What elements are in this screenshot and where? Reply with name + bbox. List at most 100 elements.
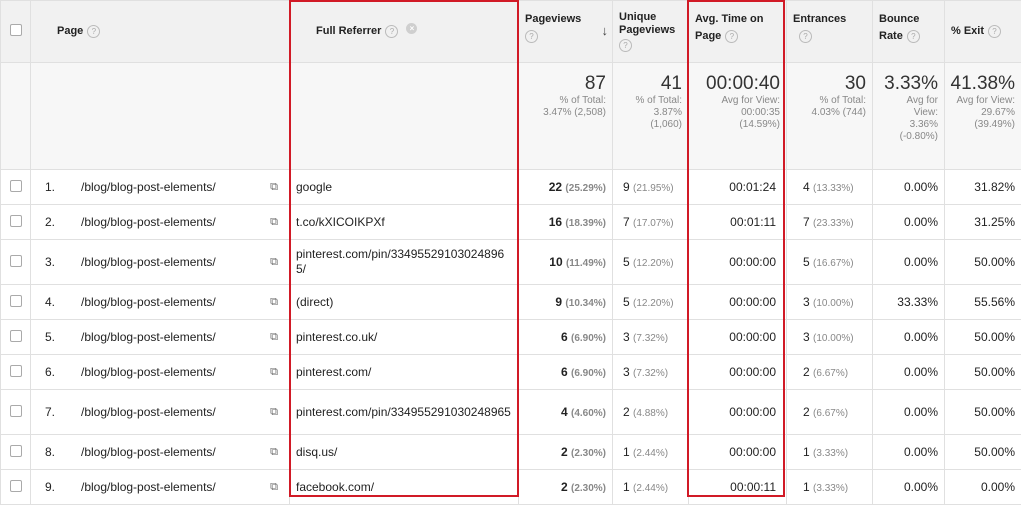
unique-pageviews-cell: 3 (7.32%): [613, 320, 689, 355]
table-row[interactable]: 5./blog/blog-post-elements/⧉pinterest.co…: [1, 320, 1021, 355]
page-cell: 9./blog/blog-post-elements/⧉: [31, 470, 290, 505]
table-row[interactable]: 1./blog/blog-post-elements/⧉google22 (25…: [1, 170, 1021, 205]
pageviews-cell: 4 (4.60%): [519, 390, 613, 435]
row-checkbox[interactable]: [10, 330, 22, 342]
page-link[interactable]: /blog/blog-post-elements/: [71, 255, 259, 269]
col-bounce-rate[interactable]: Bounce Rate?: [873, 1, 945, 63]
bounce-rate-cell: 0.00%: [873, 170, 945, 205]
referrer-cell[interactable]: pinterest.co.uk/: [290, 320, 519, 355]
col-full-referrer[interactable]: Full Referrer?×: [290, 1, 519, 63]
row-checkbox-cell: [1, 470, 31, 505]
row-index: 7.: [31, 405, 71, 419]
table-row[interactable]: 2./blog/blog-post-elements/⧉t.co/kXICOIK…: [1, 205, 1021, 240]
unique-pct: (2.44%): [633, 483, 668, 494]
exit-cell: 55.56%: [945, 285, 1021, 320]
open-in-new-window-icon[interactable]: ⧉: [259, 296, 289, 309]
question-mark-icon[interactable]: ?: [87, 25, 100, 38]
col-exit[interactable]: % Exit?: [945, 1, 1021, 63]
remove-dimension-icon[interactable]: ×: [406, 23, 417, 34]
pageviews-value: 10: [549, 255, 562, 269]
row-checkbox[interactable]: [10, 255, 22, 267]
unique-pct: (12.20%): [633, 298, 674, 309]
totals-note: 29.67%: [949, 107, 1015, 119]
table-row[interactable]: 6./blog/blog-post-elements/⧉pinterest.co…: [1, 355, 1021, 390]
totals-value: 87: [523, 73, 606, 95]
row-checkbox[interactable]: [10, 445, 22, 457]
pageviews-value: 2: [561, 480, 568, 494]
totals-note: 3.47% (2,508): [523, 107, 606, 119]
question-mark-icon[interactable]: ?: [799, 30, 812, 43]
col-unique-pageviews[interactable]: Unique Pageviews?: [613, 1, 689, 63]
open-in-new-window-icon[interactable]: ⧉: [259, 256, 289, 269]
row-checkbox[interactable]: [10, 215, 22, 227]
sort-descending-arrow-icon[interactable]: ↓: [602, 23, 609, 38]
col-avg-time-on-page[interactable]: Avg. Time on Page?: [689, 1, 787, 63]
referrer-cell[interactable]: pinterest.com/: [290, 355, 519, 390]
referrer-cell[interactable]: disq.us/: [290, 435, 519, 470]
unique-value: 5: [623, 255, 630, 269]
page-link[interactable]: /blog/blog-post-elements/: [71, 365, 259, 379]
row-checkbox[interactable]: [10, 365, 22, 377]
row-checkbox-cell: [1, 170, 31, 205]
row-index: 8.: [31, 445, 71, 459]
table-row[interactable]: 4./blog/blog-post-elements/⧉(direct)9 (1…: [1, 285, 1021, 320]
page-link[interactable]: /blog/blog-post-elements/: [71, 445, 259, 459]
unique-value: 3: [623, 330, 630, 344]
unique-pageviews-cell: 7 (17.07%): [613, 205, 689, 240]
referrer-cell[interactable]: pinterest.com/pin/334955291030248965: [290, 390, 519, 435]
col-page[interactable]: Page?: [31, 1, 290, 63]
unique-value: 9: [623, 180, 630, 194]
entrances-pct: (6.67%): [813, 408, 848, 419]
referrer-cell[interactable]: (direct): [290, 285, 519, 320]
open-in-new-window-icon[interactable]: ⧉: [259, 181, 289, 194]
pageviews-value: 4: [561, 405, 568, 419]
table-row[interactable]: 9./blog/blog-post-elements/⧉facebook.com…: [1, 470, 1021, 505]
col-pageviews-label: Pageviews: [525, 13, 581, 25]
referrer-cell[interactable]: facebook.com/: [290, 470, 519, 505]
page-link[interactable]: /blog/blog-post-elements/: [71, 180, 259, 194]
open-in-new-window-icon[interactable]: ⧉: [259, 366, 289, 379]
col-pageviews[interactable]: Pageviews? ↓: [519, 1, 613, 63]
question-mark-icon[interactable]: ?: [525, 30, 538, 43]
table-row[interactable]: 7./blog/blog-post-elements/⧉pinterest.co…: [1, 390, 1021, 435]
row-checkbox[interactable]: [10, 480, 22, 492]
question-mark-icon[interactable]: ?: [619, 39, 632, 52]
open-in-new-window-icon[interactable]: ⧉: [259, 406, 289, 419]
bounce-rate-cell: 0.00%: [873, 470, 945, 505]
pageviews-cell: 2 (2.30%): [519, 435, 613, 470]
open-in-new-window-icon[interactable]: ⧉: [259, 446, 289, 459]
unique-pageviews-cell: 5 (12.20%): [613, 285, 689, 320]
row-checkbox[interactable]: [10, 180, 22, 192]
question-mark-icon[interactable]: ?: [907, 30, 920, 43]
unique-pct: (4.88%): [633, 408, 668, 419]
unique-value: 3: [623, 365, 630, 379]
page-link[interactable]: /blog/blog-post-elements/: [71, 405, 259, 419]
row-checkbox[interactable]: [10, 295, 22, 307]
referrer-cell[interactable]: t.co/kXICOIKPXf: [290, 205, 519, 240]
page-link[interactable]: /blog/blog-post-elements/: [71, 480, 259, 494]
select-all-checkbox[interactable]: [10, 24, 22, 36]
page-link[interactable]: /blog/blog-post-elements/: [71, 295, 259, 309]
pageviews-value: 6: [561, 365, 568, 379]
open-in-new-window-icon[interactable]: ⧉: [259, 481, 289, 494]
page-link[interactable]: /blog/blog-post-elements/: [71, 330, 259, 344]
table-row[interactable]: 8./blog/blog-post-elements/⧉disq.us/2 (2…: [1, 435, 1021, 470]
page-link[interactable]: /blog/blog-post-elements/: [71, 215, 259, 229]
col-entrances[interactable]: Entrances?: [787, 1, 873, 63]
referrer-cell[interactable]: google: [290, 170, 519, 205]
open-in-new-window-icon[interactable]: ⧉: [259, 216, 289, 229]
question-mark-icon[interactable]: ?: [988, 25, 1001, 38]
bounce-rate-cell: 0.00%: [873, 205, 945, 240]
row-checkbox-cell: [1, 355, 31, 390]
select-all-cell: [1, 1, 31, 63]
table-row[interactable]: 3./blog/blog-post-elements/⧉pinterest.co…: [1, 240, 1021, 285]
row-checkbox-cell: [1, 390, 31, 435]
entrances-pct: (23.33%): [813, 218, 854, 229]
row-checkbox[interactable]: [10, 405, 22, 417]
referrer-cell[interactable]: pinterest.com/pin/334955291030248965/: [290, 240, 519, 285]
header-row: Page? Full Referrer?× Pageviews?↓ Unique…: [1, 1, 1021, 63]
question-mark-icon[interactable]: ?: [725, 30, 738, 43]
unique-value: 1: [623, 480, 630, 494]
open-in-new-window-icon[interactable]: ⧉: [259, 331, 289, 344]
question-mark-icon[interactable]: ?: [385, 25, 398, 38]
